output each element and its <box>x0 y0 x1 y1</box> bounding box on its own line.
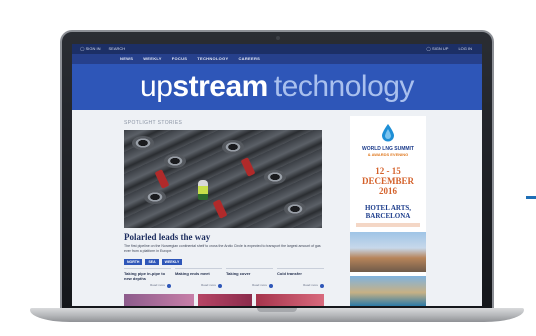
story-tags: NORTH SEA WEEKLY <box>124 259 183 265</box>
sign-up-link[interactable]: ◯ SIGN UP <box>426 44 448 54</box>
base-notch <box>257 308 297 312</box>
tag[interactable]: SEA <box>145 259 159 265</box>
nav-item-weekly[interactable]: WEEKLY <box>143 54 162 64</box>
read-more-label: Read more <box>150 283 165 287</box>
read-more-link[interactable]: Read more <box>252 283 273 288</box>
pipe-band <box>240 157 256 177</box>
tag[interactable]: WEEKLY <box>161 259 183 265</box>
thumbnail-image[interactable] <box>256 294 324 306</box>
pipe-end <box>264 170 286 184</box>
pipe-end <box>284 202 306 216</box>
read-more-label: Read more <box>252 283 267 287</box>
logo-part-up: up <box>140 70 173 103</box>
laptop-screen: ◯ SIGN IN SEARCH ◯ SIGN UP LOG IN NEWS W… <box>72 44 482 306</box>
pipe-band <box>154 169 170 189</box>
event-name: WORLD LNG SUMMIT & AWARDS EVENING <box>350 146 426 157</box>
arrow-circle-icon <box>218 283 222 288</box>
decorative-dash <box>526 196 536 199</box>
pipe-end <box>144 190 166 204</box>
logo-part-technology: technology <box>273 70 415 103</box>
hero-image[interactable] <box>124 130 322 228</box>
event-venue: HOTEL ARTS, BARCELONA <box>350 204 426 220</box>
venue-line-2: BARCELONA <box>365 212 411 220</box>
read-more-label: Read more <box>303 283 318 287</box>
dates-line-1: 12 - 15 <box>375 166 401 176</box>
pipe-end <box>164 154 186 168</box>
venue-line-1: HOTEL ARTS, <box>364 204 412 212</box>
event-line-2: & AWARDS EVENING <box>367 152 409 157</box>
list-item[interactable]: Taking pipe in-pipe to new depths Read m… <box>124 268 171 288</box>
story-title: Making ends meet <box>175 271 210 276</box>
pipe-end <box>222 140 244 154</box>
story-list: Taking pipe in-pipe to new depths Read m… <box>124 268 324 288</box>
log-in-link[interactable]: LOG IN <box>458 44 472 54</box>
main-nav: NEWS WEEKLY FOCUS TECHNOLOGY CAREERS <box>72 54 482 64</box>
thumbnail-image[interactable] <box>198 294 252 306</box>
nav-item-news[interactable]: NEWS <box>120 54 133 64</box>
read-more-link[interactable]: Read more <box>303 283 324 288</box>
barcelona-photo <box>350 232 426 272</box>
venue-divider <box>356 223 420 227</box>
story-title: Taking cover <box>226 271 251 276</box>
thumbnail-row <box>124 294 324 306</box>
site-logo[interactable]: upstream technology <box>140 72 414 102</box>
event-advertisement[interactable]: WORLD LNG SUMMIT & AWARDS EVENING 12 - 1… <box>350 116 426 306</box>
top-utility-bar: ◯ SIGN IN SEARCH ◯ SIGN UP LOG IN <box>72 44 482 54</box>
arrow-circle-icon <box>269 283 273 288</box>
worker-figure <box>198 180 208 200</box>
story-title: Cold transfer <box>277 271 302 276</box>
pipe-end <box>132 136 154 150</box>
story-summary: The first pipeline on the Norwegian cont… <box>124 244 321 253</box>
read-more-label: Read more <box>201 283 216 287</box>
story-headline[interactable]: Polarled leads the way <box>124 232 210 242</box>
spotlight-section: SPOTLIGHT STORIES Polarled leads the way… <box>120 116 326 306</box>
nav-item-focus[interactable]: FOCUS <box>172 54 188 64</box>
thumbnail-image[interactable] <box>124 294 194 306</box>
tag[interactable]: NORTH <box>124 259 143 265</box>
read-more-link[interactable]: Read more <box>201 283 222 288</box>
laptop-base <box>30 308 524 322</box>
pipe-band <box>212 199 228 219</box>
droplet-icon <box>382 124 394 142</box>
logo-part-stream: stream <box>172 70 268 103</box>
list-item[interactable]: Making ends meet Read more <box>175 268 222 288</box>
search-link[interactable]: SEARCH <box>108 44 125 54</box>
arrow-circle-icon <box>320 283 324 288</box>
masthead: upstream technology <box>72 64 482 110</box>
event-dates: 12 - 15 DECEMBER 2016 <box>350 166 426 196</box>
dates-line-2: DECEMBER <box>361 176 414 186</box>
nav-item-careers[interactable]: CAREERS <box>238 54 260 64</box>
section-label: SPOTLIGHT STORIES <box>124 120 183 126</box>
camera-icon <box>276 36 280 40</box>
nav-item-technology[interactable]: TECHNOLOGY <box>197 54 228 64</box>
arrow-circle-icon <box>167 283 171 288</box>
dates-line-3: 2016 <box>379 186 397 196</box>
list-item[interactable]: Cold transfer Read more <box>277 268 324 288</box>
sign-in-link[interactable]: ◯ SIGN IN <box>80 44 100 54</box>
coast-photo <box>350 276 426 306</box>
list-item[interactable]: Taking cover Read more <box>226 268 273 288</box>
read-more-link[interactable]: Read more <box>150 283 171 288</box>
story-title: Taking pipe in-pipe to new depths <box>124 271 166 281</box>
